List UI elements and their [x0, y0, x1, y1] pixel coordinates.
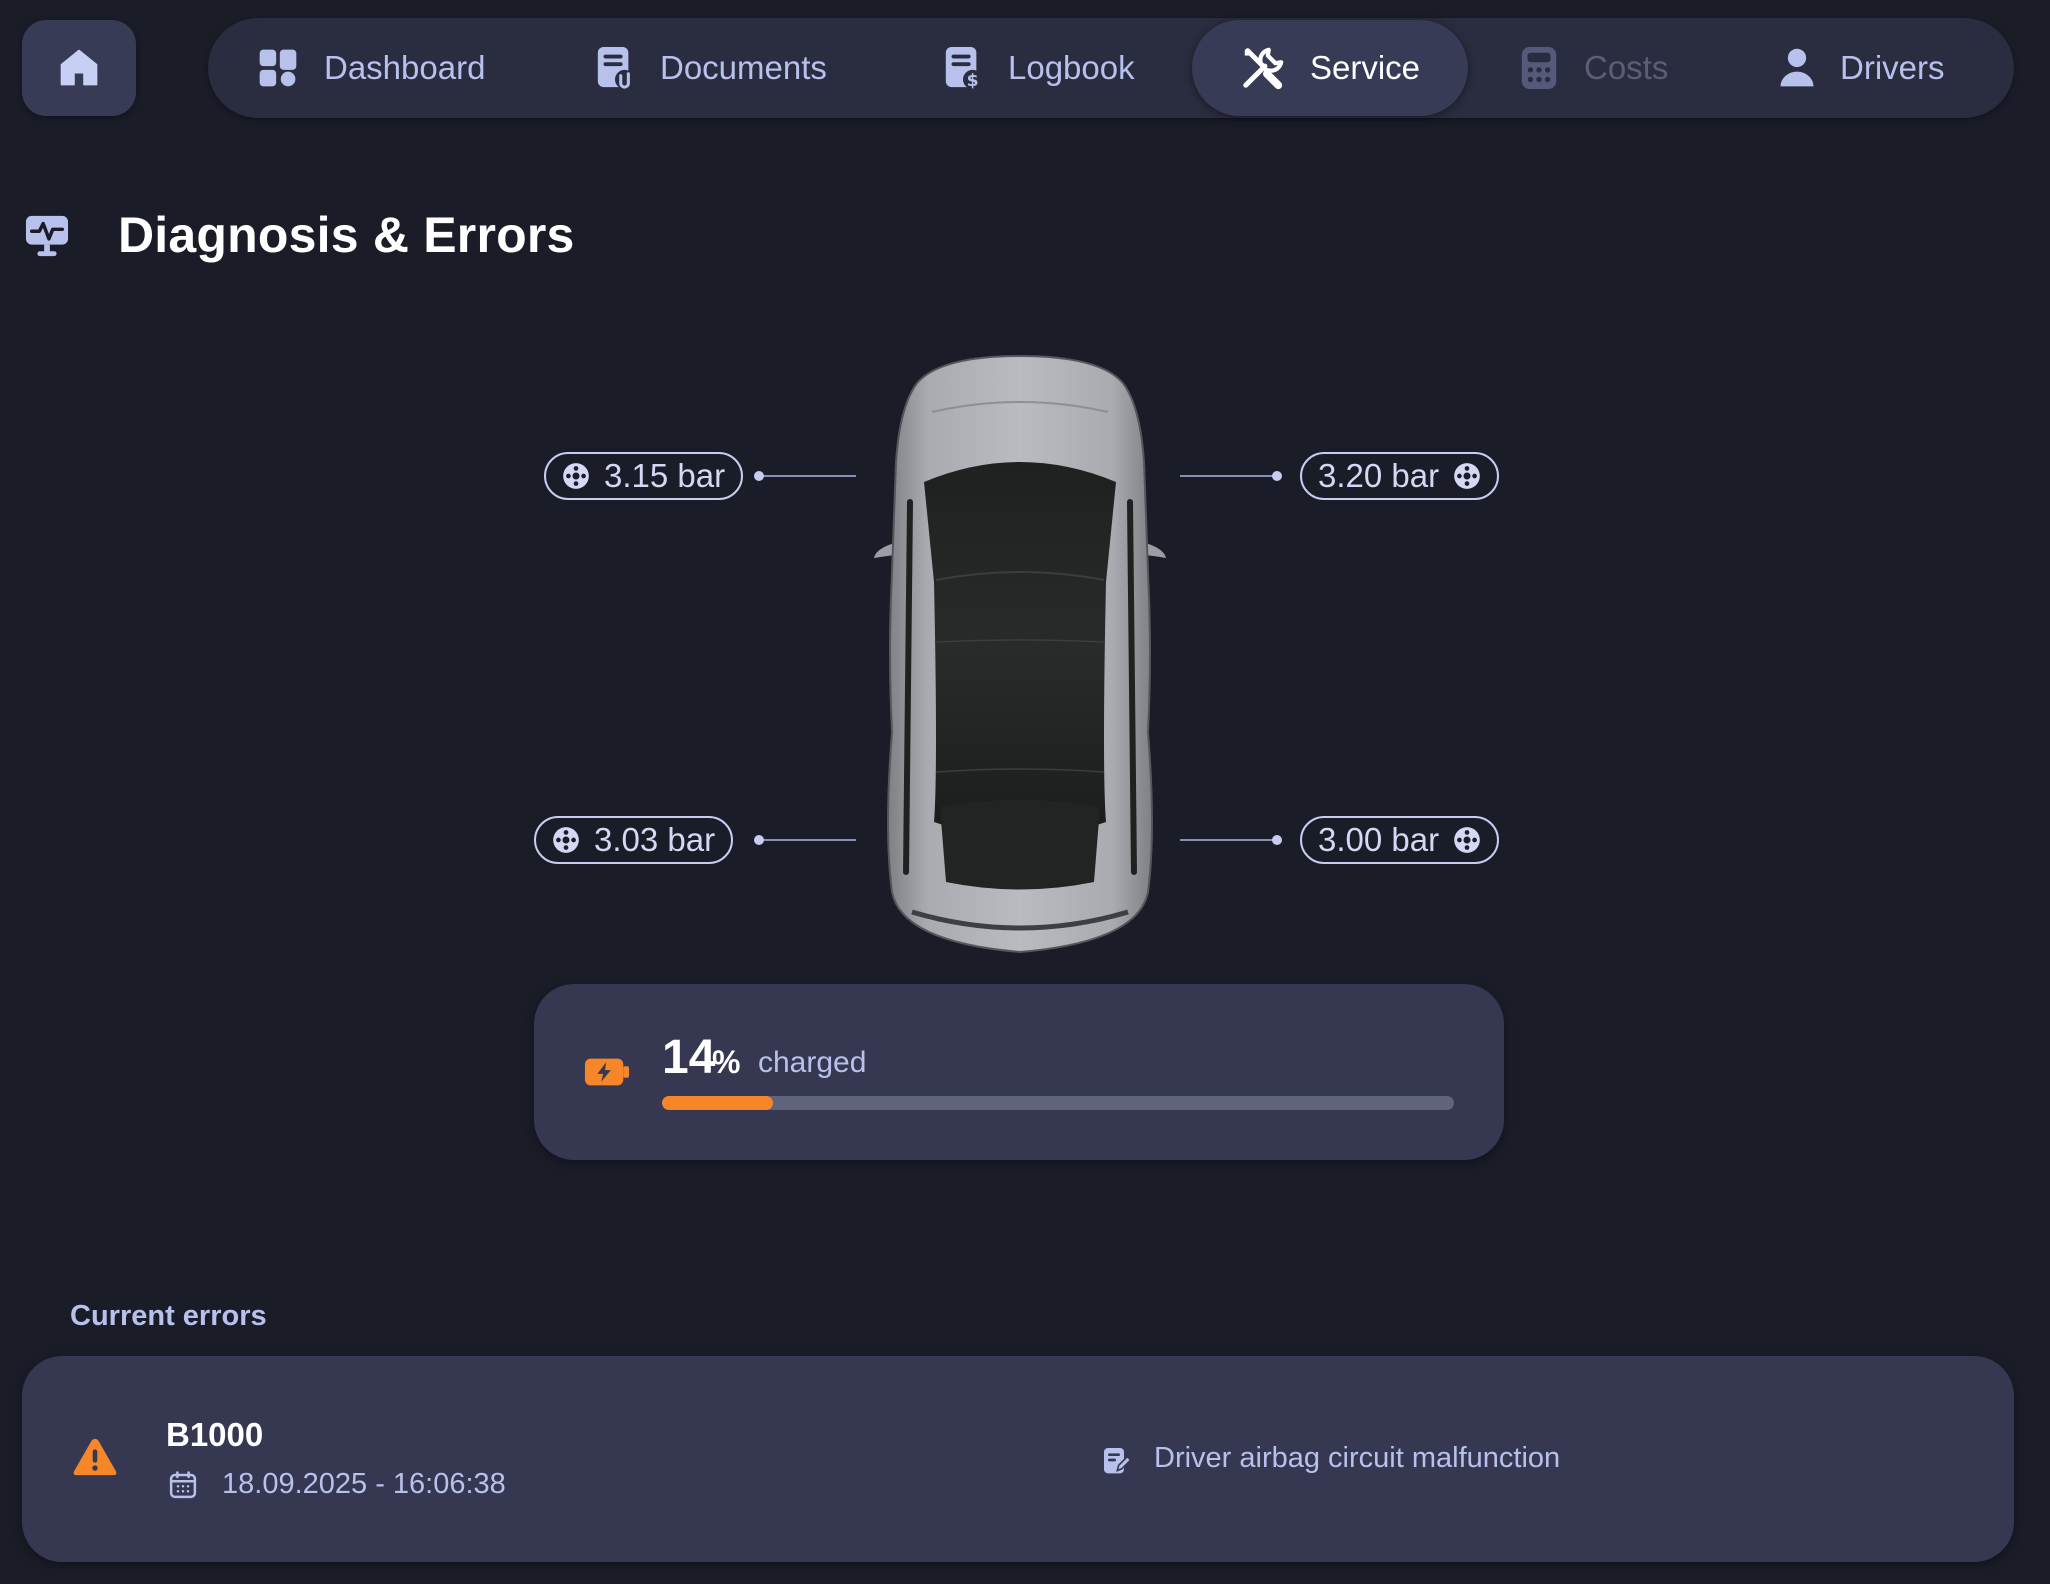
- nav-logbook[interactable]: $ Logbook: [894, 20, 1183, 116]
- logbook-icon: $: [945, 47, 983, 91]
- battery-progress-fill: [662, 1096, 773, 1110]
- page: Dashboard Documents $ Logbook Service Co…: [0, 0, 2050, 1584]
- nav-dashboard-label: Dashboard: [324, 49, 486, 86]
- nav-costs-label: Costs: [1584, 49, 1669, 86]
- note-edit-icon: [1100, 1444, 1132, 1481]
- drivers-icon: [1780, 48, 1814, 87]
- section-title: Diagnosis & Errors: [118, 207, 575, 263]
- tire-icon: [553, 827, 579, 853]
- nav-costs[interactable]: Costs: [1470, 20, 1716, 116]
- battery-label: charged: [758, 1046, 867, 1079]
- tire-front-right: 3.20 bar: [1300, 452, 1500, 500]
- connector-rear-right: [1180, 835, 1282, 845]
- battery-percent: 14: [662, 1031, 716, 1084]
- battery-charging-icon: [584, 1056, 630, 1093]
- diagnosis-monitor-icon: [24, 214, 70, 263]
- costs-icon: [1521, 47, 1557, 89]
- service-icon: [1243, 47, 1284, 90]
- calendar-icon: [168, 1470, 198, 1505]
- nav-documents-label: Documents: [660, 49, 827, 86]
- main-nav: Dashboard Documents $ Logbook Service Co…: [208, 18, 2014, 118]
- tire-front-right-value: 3.20 bar: [1318, 457, 1440, 494]
- tire-icon: [563, 463, 589, 489]
- battery-progress-track: [662, 1096, 1454, 1110]
- svg-text:$: $: [967, 71, 979, 91]
- battery-card: 14 % charged: [534, 984, 1504, 1160]
- error-code: B1000: [166, 1416, 264, 1453]
- home-icon: [60, 49, 98, 86]
- tire-rear-right-value: 3.00 bar: [1318, 821, 1440, 858]
- nav-dashboard[interactable]: Dashboard: [208, 20, 533, 116]
- error-description: Driver airbag circuit malfunction: [1154, 1442, 1561, 1474]
- connector-rear-left: [754, 835, 856, 845]
- connector-front-left: [754, 471, 856, 481]
- dashboard-icon: [259, 49, 297, 87]
- warning-icon: [72, 1436, 118, 1483]
- documents-icon: [597, 47, 635, 89]
- nav-documents[interactable]: Documents: [546, 20, 875, 116]
- tire-front-left-value: 3.15 bar: [604, 457, 726, 494]
- tire-icon: [1454, 463, 1480, 489]
- tire-rear-left-value: 3.03 bar: [594, 821, 716, 858]
- tire-front-left: 3.15 bar: [544, 452, 744, 500]
- home-button[interactable]: [22, 20, 136, 116]
- nav-service[interactable]: Service: [1192, 20, 1469, 116]
- tire-icon: [1454, 827, 1480, 853]
- nav-drivers[interactable]: Drivers: [1730, 20, 1993, 116]
- car-top-view: [862, 352, 1178, 963]
- tire-rear-right: 3.00 bar: [1300, 816, 1500, 864]
- error-datetime: 18.09.2025 - 16:06:38: [222, 1468, 506, 1500]
- tire-rear-left: 3.03 bar: [534, 816, 734, 864]
- connector-front-right: [1180, 471, 1282, 481]
- errors-heading: Current errors: [70, 1300, 267, 1332]
- error-item[interactable]: B1000 18.09.2025 - 16:06:38 Driver airba…: [22, 1356, 2014, 1562]
- nav-logbook-label: Logbook: [1008, 49, 1135, 86]
- nav-service-label: Service: [1310, 49, 1421, 86]
- battery-percent-sign: %: [712, 1044, 741, 1080]
- nav-drivers-label: Drivers: [1840, 49, 1945, 86]
